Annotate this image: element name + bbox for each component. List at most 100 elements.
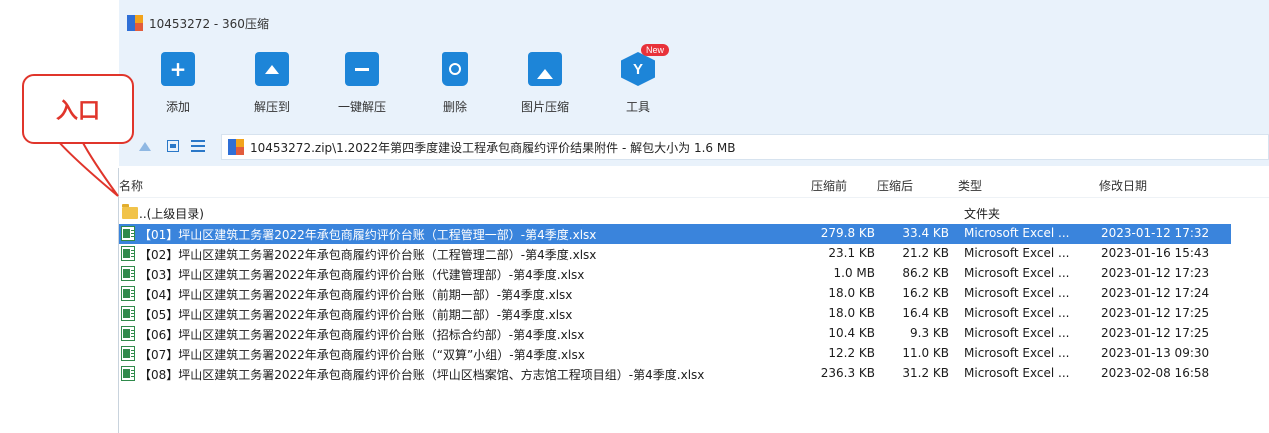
- file-modified: 2023-01-13 09:30: [1101, 346, 1210, 360]
- excel-file-icon: [121, 246, 135, 261]
- file-size-before: 12.2 KB: [828, 346, 875, 360]
- parent-directory-row[interactable]: ..(上级目录) 文件夹: [119, 203, 1231, 223]
- title-bar: 10453272 - 360压缩: [119, 0, 1269, 46]
- file-name: 【07】坪山区建筑工务署2022年承包商履约评价台账（“双算”小组）-第4季度.…: [139, 348, 585, 362]
- archive-icon: [228, 139, 244, 155]
- image-compress-button[interactable]: 图片压缩: [510, 52, 580, 115]
- file-row[interactable]: 【06】坪山区建筑工务署2022年承包商履约评价台账（招标合约部）-第4季度.x…: [119, 324, 1231, 344]
- file-modified: 2023-01-12 17:25: [1101, 326, 1210, 340]
- list-view-icon[interactable]: [191, 140, 205, 152]
- file-name: 【05】坪山区建筑工务署2022年承包商履约评价台账（前期二部）-第4季度.xl…: [139, 308, 573, 322]
- file-row[interactable]: 【08】坪山区建筑工务署2022年承包商履约评价台账（坪山区档案馆、方志馆工程项…: [119, 364, 1231, 384]
- file-name: 【06】坪山区建筑工务署2022年承包商履约评价台账（招标合约部）-第4季度.x…: [139, 328, 585, 342]
- file-type: Microsoft Excel ...: [964, 366, 1070, 380]
- file-size-before: 1.0 MB: [833, 266, 875, 280]
- tools-button[interactable]: Y New 工具: [603, 44, 673, 115]
- file-size-after: 16.4 KB: [902, 306, 949, 320]
- window-title: 10453272 - 360压缩: [149, 16, 269, 31]
- file-name: 【03】坪山区建筑工务署2022年承包商履约评价台账（代建管理部）-第4季度.x…: [139, 268, 585, 282]
- one-click-extract-button[interactable]: 一键解压: [327, 52, 397, 115]
- file-modified: 2023-01-16 15:43: [1101, 246, 1210, 260]
- file-modified: 2023-02-08 16:58: [1101, 366, 1210, 380]
- file-size-before: 18.0 KB: [828, 306, 875, 320]
- file-modified: 2023-01-12 17:24: [1101, 286, 1210, 300]
- file-size-after: 33.4 KB: [902, 226, 949, 240]
- excel-file-icon: [121, 306, 135, 321]
- file-row[interactable]: 【02】坪山区建筑工务署2022年承包商履约评价台账（工程管理二部）-第4季度.…: [119, 244, 1231, 264]
- file-type: Microsoft Excel ...: [964, 286, 1070, 300]
- file-modified: 2023-01-12 17:32: [1101, 226, 1210, 240]
- file-row[interactable]: 【04】坪山区建筑工务署2022年承包商履约评价台账（前期一部）-第4季度.xl…: [119, 284, 1231, 304]
- file-size-after: 31.2 KB: [902, 366, 949, 380]
- file-modified: 2023-01-12 17:23: [1101, 266, 1210, 280]
- file-name: 【01】坪山区建筑工务署2022年承包商履约评价台账（工程管理一部）-第4季度.…: [139, 228, 597, 242]
- file-size-before: 10.4 KB: [828, 326, 875, 340]
- one-click-folder-icon: [345, 52, 379, 86]
- column-name[interactable]: 名称: [119, 177, 143, 194]
- file-name: 【02】坪山区建筑工务署2022年承包商履约评价台账（工程管理二部）-第4季度.…: [139, 248, 597, 262]
- top-area: 10453272 - 360压缩 + 添加 解压到 一键解压 删除 图片压缩 Y…: [119, 0, 1269, 166]
- file-size-after: 86.2 KB: [902, 266, 949, 280]
- column-after[interactable]: 压缩后: [877, 177, 913, 194]
- file-name: 【04】坪山区建筑工务署2022年承包商履约评价台账（前期一部）-第4季度.xl…: [139, 288, 573, 302]
- file-row[interactable]: 【07】坪山区建筑工务署2022年承包商履约评价台账（“双算”小组）-第4季度.…: [119, 344, 1231, 364]
- list-header: 名称 压缩前 压缩后 类型 修改日期: [119, 172, 1269, 198]
- thumbnail-view-icon[interactable]: [167, 140, 179, 152]
- file-size-after: 16.2 KB: [902, 286, 949, 300]
- excel-file-icon: [121, 286, 135, 301]
- excel-file-icon: [121, 366, 135, 381]
- delete-button[interactable]: 删除: [420, 52, 490, 115]
- callout-box: 入口: [22, 74, 134, 144]
- file-row[interactable]: 【01】坪山区建筑工务署2022年承包商履约评价台账（工程管理一部）-第4季度.…: [119, 224, 1231, 244]
- path-text: 10453272.zip\1.2022年第四季度建设工程承包商履约评价结果附件 …: [250, 140, 736, 155]
- path-field[interactable]: 10453272.zip\1.2022年第四季度建设工程承包商履约评价结果附件 …: [221, 134, 1269, 160]
- trash-icon: [442, 52, 468, 86]
- extract-to-label: 解压到: [253, 100, 290, 114]
- file-type: Microsoft Excel ...: [964, 266, 1070, 280]
- up-arrow-icon[interactable]: [139, 141, 151, 151]
- excel-file-icon: [121, 346, 135, 361]
- excel-file-icon: [121, 226, 135, 241]
- file-size-after: 21.2 KB: [902, 246, 949, 260]
- callout-text: 入口: [55, 99, 100, 124]
- file-row[interactable]: 【03】坪山区建筑工务署2022年承包商履约评价台账（代建管理部）-第4季度.x…: [119, 264, 1231, 284]
- file-size-after: 9.3 KB: [910, 326, 949, 340]
- excel-file-icon: [121, 326, 135, 341]
- file-type: Microsoft Excel ...: [964, 306, 1070, 320]
- toolbar: + 添加 解压到 一键解压 删除 图片压缩 Y New 工具: [119, 44, 1269, 120]
- file-type: Microsoft Excel ...: [964, 246, 1070, 260]
- tools-hexagon-icon: Y: [621, 52, 655, 86]
- file-size-before: 18.0 KB: [828, 286, 875, 300]
- parent-dir-type: 文件夹: [964, 207, 1001, 221]
- extract-folder-icon: [255, 52, 289, 86]
- archive-icon: [127, 15, 143, 31]
- file-modified: 2023-01-12 17:25: [1101, 306, 1210, 320]
- archive-window: 10453272 - 360压缩 + 添加 解压到 一键解压 删除 图片压缩 Y…: [119, 0, 1269, 433]
- file-name: 【08】坪山区建筑工务署2022年承包商履约评价台账（坪山区档案馆、方志馆工程项…: [139, 368, 705, 382]
- file-size-after: 11.0 KB: [902, 346, 949, 360]
- file-size-before: 279.8 KB: [820, 226, 875, 240]
- add-icon: +: [161, 52, 195, 86]
- column-type[interactable]: 类型: [958, 177, 982, 194]
- tools-label: 工具: [625, 100, 650, 114]
- entry-callout: 入口: [22, 74, 134, 144]
- file-type: Microsoft Excel ...: [964, 346, 1070, 360]
- column-before[interactable]: 压缩前: [811, 177, 847, 194]
- column-modified[interactable]: 修改日期: [1099, 177, 1147, 194]
- file-type: Microsoft Excel ...: [964, 326, 1070, 340]
- excel-file-icon: [121, 266, 135, 281]
- file-row[interactable]: 【05】坪山区建筑工务署2022年承包商履约评价台账（前期二部）-第4季度.xl…: [119, 304, 1231, 324]
- extract-to-button[interactable]: 解压到: [237, 52, 307, 115]
- folder-icon: [122, 204, 138, 219]
- add-label: 添加: [165, 100, 190, 114]
- address-bar: 10453272.zip\1.2022年第四季度建设工程承包商履约评价结果附件 …: [119, 130, 1269, 162]
- file-type: Microsoft Excel ...: [964, 226, 1070, 240]
- parent-dir-name: ..(上级目录): [139, 207, 204, 221]
- one-click-extract-label: 一键解压: [337, 100, 386, 114]
- image-file-icon: [528, 52, 562, 86]
- new-badge: New: [641, 44, 670, 56]
- file-size-before: 236.3 KB: [820, 366, 875, 380]
- add-button[interactable]: + 添加: [143, 52, 213, 115]
- file-size-before: 23.1 KB: [828, 246, 875, 260]
- pane-divider: [118, 168, 119, 433]
